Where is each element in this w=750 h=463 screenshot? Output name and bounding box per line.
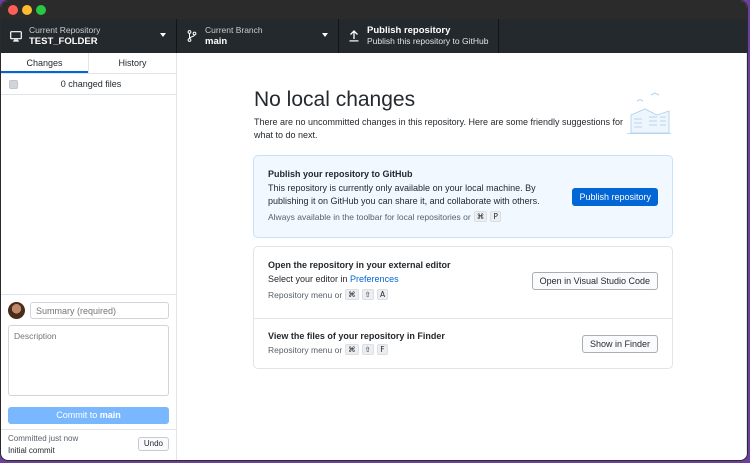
main-panel: No local changes There are no uncommitte… [177, 53, 747, 460]
toolbar: Current Repository TEST_FOLDER Current B… [1, 19, 747, 53]
zoom-window-button[interactable] [36, 5, 46, 15]
command-key: ⌘ [345, 289, 359, 300]
undo-button[interactable]: Undo [137, 437, 169, 451]
branch-icon [185, 29, 199, 43]
changed-files-header: 0 changed files [1, 74, 176, 95]
editor-desc-text: Select your editor in [268, 274, 351, 284]
commit-form: Commit to main [1, 294, 176, 424]
tab-changes[interactable]: Changes [1, 53, 88, 73]
finder-hint-text: Repository menu or [268, 344, 343, 355]
page-intro: There are no uncommitted changes in this… [254, 117, 624, 140]
p-key: P [490, 211, 502, 222]
preferences-link[interactable]: Preferences [350, 274, 399, 284]
shift-key: ⇧ [361, 289, 374, 300]
command-key: ⌘ [473, 211, 488, 222]
command-key: ⌘ [345, 344, 359, 355]
sidebar-tabs: Changes History [1, 53, 176, 74]
avatar [8, 302, 25, 319]
window-edge [746, 53, 747, 460]
commit-button[interactable]: Commit to main [8, 407, 169, 424]
finder-suggestion: View the files of your repository in Fin… [254, 318, 672, 370]
chevron-down-icon [322, 33, 328, 37]
show-in-finder-button[interactable]: Show in Finder [581, 335, 658, 353]
publish-repository-button[interactable]: Publish repository [572, 188, 658, 206]
publish-shortcut-hint: Always available in the toolbar for loca… [268, 211, 658, 222]
publish-sublabel: Publish this repository to GitHub [367, 36, 489, 46]
publish-suggestion-card: Publish your repository to GitHub This r… [253, 155, 673, 238]
current-repository-button[interactable]: Current Repository TEST_FOLDER [1, 19, 177, 53]
commit-button-label: Commit to [56, 410, 100, 420]
publish-card-description: This repository is currently only availa… [268, 183, 540, 206]
summary-input[interactable] [30, 302, 169, 319]
minimize-window-button[interactable] [22, 5, 32, 15]
editor-shortcut-hint: Repository menu or ⌘ ⇧ A [268, 289, 658, 300]
last-commit-panel: Committed just now Initial commit Undo [1, 429, 176, 460]
tab-history[interactable]: History [88, 53, 176, 73]
f-key: F [376, 344, 388, 355]
page-title: No local changes [254, 88, 416, 111]
changed-files-count: 0 changed files [60, 79, 122, 89]
branch-label: Current Branch [205, 25, 263, 35]
branch-name: main [205, 36, 228, 47]
current-branch-button[interactable]: Current Branch main [177, 19, 339, 53]
publish-repository-toolbar-button[interactable]: Publish repository Publish this reposito… [339, 19, 499, 53]
commit-branch-name: main [99, 410, 121, 420]
a-key: A [376, 289, 389, 300]
suggestions-card: Open the repository in your external edi… [253, 246, 673, 369]
publish-hint-text: Always available in the toolbar for loca… [268, 211, 471, 222]
desktop-icon [9, 29, 23, 43]
repository-label: Current Repository [29, 25, 101, 35]
editor-suggestion: Open the repository in your external edi… [254, 247, 672, 318]
app-window: Current Repository TEST_FOLDER Current B… [0, 0, 748, 461]
shift-key: ⇧ [361, 344, 374, 355]
editor-card-description: Select your editor in Preferences [268, 273, 548, 286]
chevron-down-icon [160, 33, 166, 37]
editor-hint-text: Repository menu or [268, 289, 343, 300]
repository-name: TEST_FOLDER [29, 36, 98, 47]
select-all-checkbox[interactable] [9, 79, 18, 89]
title-bar [1, 1, 747, 19]
publish-card-title: Publish your repository to GitHub [268, 169, 413, 179]
sidebar: Changes History 0 changed files Commit t… [1, 53, 177, 460]
editor-card-title: Open the repository in your external edi… [268, 260, 451, 270]
upload-icon [347, 29, 361, 43]
empty-state-illustration [627, 92, 671, 134]
close-window-button[interactable] [8, 5, 18, 15]
description-field[interactable] [8, 325, 169, 396]
open-in-editor-button[interactable]: Open in Visual Studio Code [531, 272, 658, 290]
publish-label: Publish repository [367, 25, 451, 36]
